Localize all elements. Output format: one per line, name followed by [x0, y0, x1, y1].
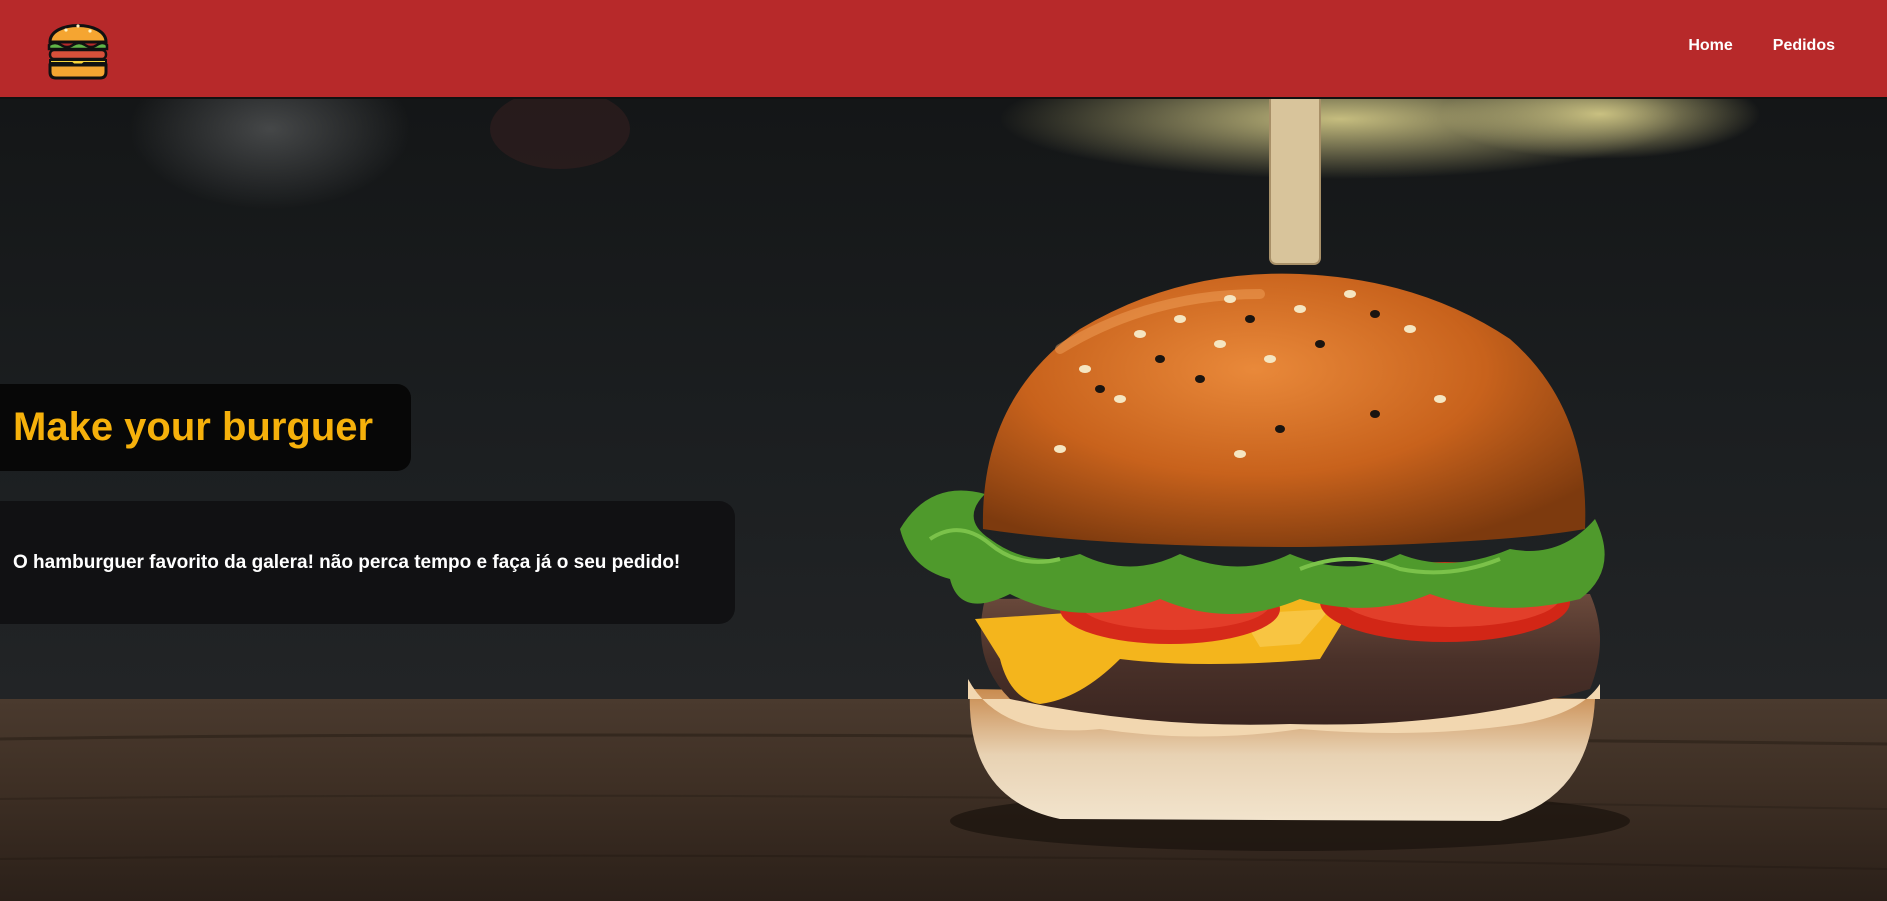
navbar: Home Pedidos [0, 0, 1887, 99]
hero-subtitle: O hamburguer favorito da galera! não per… [13, 551, 681, 573]
burger-logo-icon[interactable] [44, 10, 112, 82]
nav-pedidos-link[interactable]: Pedidos [1773, 37, 1835, 55]
main-nav: Home Pedidos [1688, 37, 1835, 55]
burger-photo [0, 99, 1887, 901]
nav-home-link[interactable]: Home [1688, 37, 1732, 55]
hero-section: Make your burguer O hamburguer favorito … [0, 99, 1887, 901]
subtitle-box: O hamburguer favorito da galera! não per… [0, 501, 735, 624]
title-box: Make your burguer [0, 384, 411, 471]
hero-title: Make your burguer [13, 405, 374, 449]
